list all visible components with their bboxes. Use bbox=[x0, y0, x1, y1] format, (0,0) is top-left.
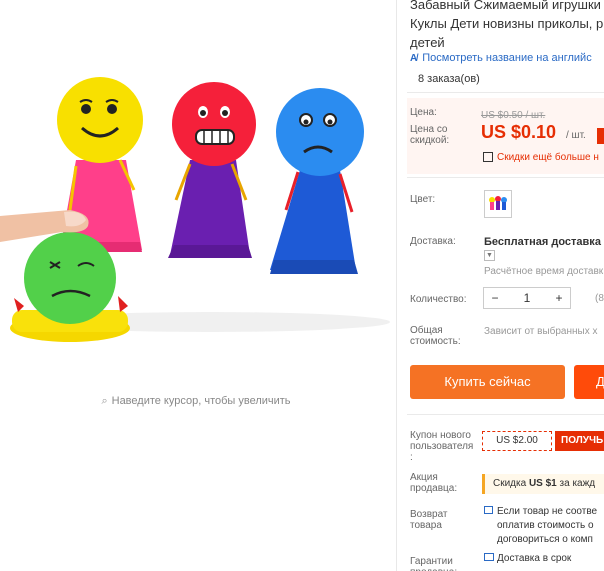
guarantee-label: Гарантии продавца: bbox=[410, 556, 457, 571]
divider bbox=[407, 92, 604, 93]
return-line: договориться о комп bbox=[497, 534, 593, 545]
discount-badge bbox=[597, 128, 604, 144]
seller-promo-amount: US $1 bbox=[528, 478, 557, 489]
zoom-hint: ⌕ Наведите курсор, чтобы увеличить bbox=[0, 395, 392, 408]
title-line: детей bbox=[410, 35, 445, 50]
title-line: Куклы Дети новизны приколы, р bbox=[410, 16, 604, 31]
color-thumbnail-icon bbox=[489, 196, 507, 210]
buy-now-button[interactable]: Купить сейчас bbox=[410, 365, 565, 399]
return-icon bbox=[484, 506, 493, 514]
return-policy: Если товар не соотве оплатив стоимость о… bbox=[484, 505, 597, 547]
new-user-coupon: US $2.00 bbox=[482, 431, 552, 451]
old-price: US $0.50 / шт. bbox=[481, 110, 546, 121]
add-to-cart-button[interactable]: Д bbox=[574, 365, 604, 399]
product-title: Забавный Сжимаемый игрушки Куклы Дети но… bbox=[410, 0, 604, 52]
quantity-stepper: − 1 + bbox=[483, 287, 571, 309]
return-line: оплатив стоимость о bbox=[497, 520, 594, 531]
seller-promo-label: Акция продавца: bbox=[410, 472, 458, 494]
color-label: Цвет: bbox=[410, 194, 436, 205]
shipping-label: Доставка: bbox=[410, 236, 456, 247]
app-discount-link[interactable]: Скидки ещё больше н bbox=[483, 152, 599, 163]
product-image[interactable] bbox=[0, 60, 392, 350]
shipping-value: Бесплатная доставка в bbox=[484, 236, 604, 248]
quantity-minus-button[interactable]: − bbox=[484, 288, 506, 308]
quantity-input[interactable]: 1 bbox=[506, 288, 548, 308]
zoom-hint-text: Наведите курсор, чтобы увеличить bbox=[111, 395, 291, 407]
return-line: Если товар не соотве bbox=[497, 506, 598, 517]
seller-promo-text: за кажд bbox=[556, 478, 596, 489]
discount-price-label: Цена со скидкой: bbox=[410, 124, 450, 146]
orders-count: 8 заказа(ов) bbox=[418, 73, 480, 85]
translate-icon: A̸ bbox=[410, 53, 418, 64]
total-value: Зависит от выбранных х bbox=[484, 326, 598, 337]
quantity-label: Количество: bbox=[410, 294, 467, 305]
magnifier-icon: ⌕ bbox=[101, 395, 108, 407]
new-user-coupon-label: Купон нового пользователя : bbox=[410, 430, 474, 463]
return-label: Возврат товара bbox=[410, 509, 448, 531]
gallery-panel: ⌕ Наведите курсор, чтобы увеличить bbox=[0, 0, 392, 571]
product-info-panel: Забавный Сжимаемый игрушки Куклы Дети но… bbox=[397, 0, 604, 571]
shipping-time: Расчётное время доставк bbox=[484, 266, 604, 277]
discount-price: US $0.10 bbox=[481, 122, 557, 142]
title-line: Забавный Сжимаемый игрушки bbox=[410, 0, 601, 12]
translate-link-text: Посмотреть название на английс bbox=[422, 52, 592, 64]
app-discount-text: Скидки ещё больше н bbox=[497, 152, 599, 163]
divider bbox=[407, 177, 604, 178]
color-option-swatch[interactable] bbox=[484, 190, 512, 218]
seller-promo: Скидка US $1 за кажд bbox=[482, 474, 604, 494]
get-coupon-button[interactable]: ПОЛУЧЬ bbox=[555, 431, 604, 451]
total-label: Общая стоимость: bbox=[410, 325, 461, 347]
guarantee-text: Доставка в срок bbox=[497, 553, 572, 564]
chevron-down-icon[interactable]: ▼ bbox=[484, 250, 495, 261]
price-label: Цена: bbox=[410, 107, 437, 118]
truck-icon bbox=[484, 553, 494, 561]
qr-code-icon bbox=[483, 152, 493, 162]
seller-promo-text: Скидка bbox=[493, 478, 529, 489]
quantity-plus-button[interactable]: + bbox=[548, 288, 570, 308]
translate-link[interactable]: A̸ Посмотреть название на английс bbox=[410, 52, 592, 64]
guarantee-value: Доставка в срок bbox=[484, 553, 571, 564]
divider bbox=[407, 414, 604, 415]
product-photo-svg bbox=[0, 60, 392, 350]
price-unit: / шт. bbox=[566, 130, 586, 141]
quantity-available: (8 bbox=[595, 293, 604, 304]
